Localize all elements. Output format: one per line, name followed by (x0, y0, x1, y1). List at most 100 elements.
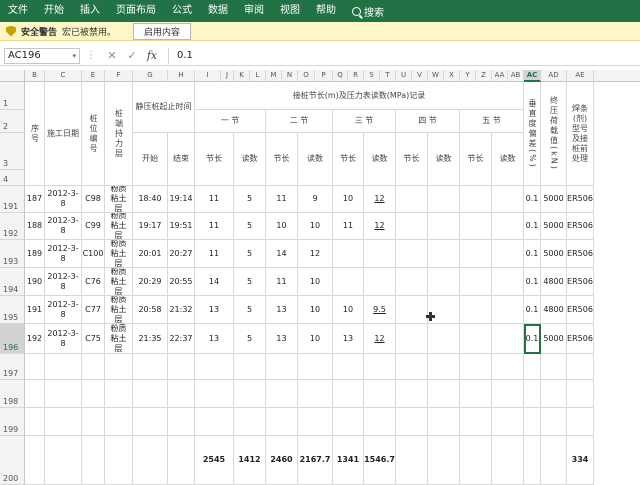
cell-final-pressure[interactable]: 5000 (541, 213, 567, 240)
cell-layer[interactable]: 粉质粘土层 (105, 296, 133, 324)
empty-cell[interactable] (364, 408, 396, 436)
cell-s5-length[interactable] (460, 240, 492, 268)
cell-s1-reading[interactable]: 5 (234, 186, 266, 213)
name-box[interactable]: AC196 ▾ (4, 47, 80, 64)
header-pile-no[interactable]: 桩位编号 (82, 82, 105, 186)
total-s2-length[interactable]: 2460 (266, 436, 298, 485)
search-box[interactable]: 搜索 (344, 4, 392, 19)
empty-cell[interactable] (234, 380, 266, 408)
header-section-4-reading[interactable]: 读数 (428, 133, 460, 186)
header-section-5[interactable]: 五 节 (460, 110, 524, 133)
header-section-5-length[interactable]: 节长 (460, 133, 492, 186)
column-header-ad[interactable]: AD (541, 70, 567, 82)
header-section-4[interactable]: 四 节 (396, 110, 460, 133)
cell-s2-length[interactable]: 14 (266, 240, 298, 268)
empty-cell[interactable] (195, 354, 234, 380)
empty-cell[interactable] (460, 354, 492, 380)
cell-s2-length[interactable]: 11 (266, 186, 298, 213)
cell-s5-length[interactable] (460, 213, 492, 240)
empty-cell[interactable] (460, 380, 492, 408)
cell-s4-length[interactable] (396, 186, 428, 213)
empty-cell[interactable] (266, 354, 298, 380)
cell-pile-no[interactable]: C77 (82, 296, 105, 324)
empty-cell[interactable] (524, 354, 541, 380)
row-header-194[interactable]: 194 (0, 268, 25, 296)
cell-s5-reading[interactable] (492, 240, 524, 268)
cell-s4-reading[interactable] (428, 213, 460, 240)
header-start[interactable]: 开始 (133, 133, 168, 186)
empty-cell[interactable] (396, 380, 428, 408)
row-header-200[interactable]: 200 (0, 436, 25, 485)
cell-seq[interactable]: 188 (25, 213, 45, 240)
empty-cell[interactable] (82, 354, 105, 380)
empty-cell[interactable] (492, 380, 524, 408)
empty-cell[interactable] (45, 408, 82, 436)
row-header-191[interactable]: 191 (0, 186, 25, 213)
empty-cell[interactable] (333, 380, 364, 408)
total-s2-reading[interactable]: 2167.7 (298, 436, 333, 485)
formula-input[interactable]: 0.1 (168, 47, 640, 64)
empty-cell[interactable] (234, 354, 266, 380)
empty-cell[interactable] (428, 380, 460, 408)
column-header-e[interactable]: E (82, 70, 105, 82)
cell-end[interactable]: 21:32 (168, 296, 195, 324)
total-cell[interactable] (396, 436, 428, 485)
column-header-m[interactable]: M (266, 70, 282, 82)
column-header-y[interactable]: Y (460, 70, 476, 82)
empty-cell[interactable] (396, 354, 428, 380)
cell-final-pressure[interactable]: 4800 (541, 268, 567, 296)
column-header-p[interactable]: P (315, 70, 333, 82)
column-header-n[interactable]: N (282, 70, 298, 82)
insert-function-icon[interactable]: fx (142, 49, 162, 62)
tab-help[interactable]: 帮助 (308, 0, 344, 22)
cell-s2-reading[interactable]: 10 (298, 324, 333, 354)
cell-s3-reading[interactable] (364, 268, 396, 296)
column-header-i[interactable]: I (195, 70, 221, 82)
cell-s5-length[interactable] (460, 296, 492, 324)
cell-seq[interactable]: 187 (25, 186, 45, 213)
header-time-range[interactable]: 静压桩起止时间 (133, 82, 195, 133)
header-section-2-length[interactable]: 节长 (266, 133, 298, 186)
cell-s4-reading[interactable] (428, 240, 460, 268)
header-section-record[interactable]: 接桩节长(m)及压力表读数(MPa)记录 (195, 82, 524, 110)
tab-home[interactable]: 开始 (36, 0, 72, 22)
column-header-z[interactable]: Z (476, 70, 492, 82)
header-section-2-reading[interactable]: 读数 (298, 133, 333, 186)
cell-s4-reading[interactable] (428, 324, 460, 354)
cell-verticality[interactable]: 0.1 (524, 186, 541, 213)
header-section-3[interactable]: 三 节 (333, 110, 396, 133)
column-header-x[interactable]: X (444, 70, 460, 82)
cell-s3-length[interactable]: 10 (333, 296, 364, 324)
cell-weld[interactable]: ER506 (567, 268, 594, 296)
confirm-icon[interactable]: ✓ (122, 49, 142, 62)
column-header-l[interactable]: L (250, 70, 266, 82)
total-s3-length[interactable]: 1341 (333, 436, 364, 485)
cell-date[interactable]: 2012-3-8 (45, 268, 82, 296)
empty-cell[interactable] (25, 408, 45, 436)
cell-s3-reading[interactable]: 12 (364, 213, 396, 240)
cell-date[interactable]: 2012-3-8 (45, 240, 82, 268)
cell-s4-length[interactable] (396, 296, 428, 324)
cell-seq[interactable]: 191 (25, 296, 45, 324)
cell-end[interactable]: 20:55 (168, 268, 195, 296)
cell-end[interactable]: 22:37 (168, 324, 195, 354)
empty-cell[interactable] (541, 354, 567, 380)
header-end[interactable]: 结束 (168, 133, 195, 186)
cell-s4-reading[interactable] (428, 186, 460, 213)
column-header-c[interactable]: C (45, 70, 82, 82)
cell-s1-length[interactable]: 11 (195, 186, 234, 213)
empty-cell[interactable] (567, 380, 594, 408)
empty-cell[interactable] (133, 408, 168, 436)
empty-cell[interactable] (195, 380, 234, 408)
total-cell[interactable] (460, 436, 492, 485)
cell-start[interactable]: 21:35 (133, 324, 168, 354)
row-header-193[interactable]: 193 (0, 240, 25, 268)
cell-layer[interactable]: 粉质粘土层 (105, 324, 133, 354)
column-header-ab[interactable]: AB (508, 70, 524, 82)
column-header-j[interactable]: J (221, 70, 234, 82)
tab-view[interactable]: 视图 (272, 0, 308, 22)
column-header-w[interactable]: W (428, 70, 444, 82)
column-header-h[interactable]: H (168, 70, 195, 82)
empty-cell[interactable] (82, 408, 105, 436)
empty-cell[interactable] (428, 408, 460, 436)
